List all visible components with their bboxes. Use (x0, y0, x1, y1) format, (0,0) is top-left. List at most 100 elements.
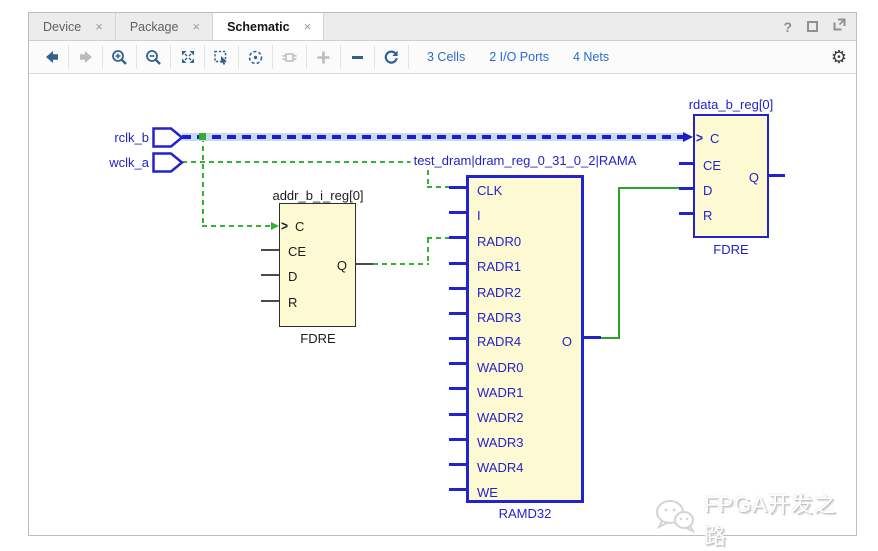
pin-label-i: I (477, 208, 481, 223)
close-icon[interactable]: × (304, 19, 312, 34)
pin-stub-ce[interactable] (261, 249, 279, 251)
pin-label-c: C (710, 131, 719, 146)
tab-device[interactable]: Device × (29, 13, 116, 40)
refresh-icon (383, 49, 400, 66)
port-label-wclk-a[interactable]: wclk_a (59, 155, 149, 170)
zoom-out-icon (145, 49, 162, 66)
net-wclk-segment[interactable] (427, 186, 451, 188)
add-icon (316, 50, 331, 65)
pin-stub-r[interactable] (261, 300, 279, 302)
tab-device-label: Device (43, 20, 81, 34)
pin-label-radr1: RADR1 (477, 259, 521, 274)
forward-button[interactable] (69, 45, 103, 69)
pin-label-r: R (288, 295, 297, 310)
forward-icon (78, 49, 94, 65)
clock-pin-marker: > (281, 218, 288, 234)
port-label-rclk-b[interactable]: rclk_b (59, 130, 149, 145)
float-window-icon[interactable] (833, 18, 846, 36)
net-addr-q-segment[interactable] (373, 263, 429, 265)
net-addr-q-segment[interactable] (427, 238, 429, 265)
cell-addr-b-i-reg[interactable]: > C CE D R Q (279, 203, 356, 327)
maximize-icon[interactable] (807, 21, 818, 32)
tab-package-label: Package (130, 20, 179, 34)
pin-label-ce: CE (703, 158, 721, 173)
net-label-ram-title: test_dram|dram_reg_0_31_0_2|RAMA (411, 153, 640, 168)
pin-label-radr2: RADR2 (477, 285, 521, 300)
net-junction-dot (199, 133, 206, 140)
net-wclk-segment[interactable] (182, 161, 429, 163)
schematic-window: Device × Package × Schematic × ? (28, 12, 857, 536)
close-icon[interactable]: × (192, 19, 200, 34)
watermark-text: FPGA开发之路 (704, 487, 856, 551)
schematic-canvas[interactable]: addr_b_i_reg[0] > C CE D R Q FDRE CLK I … (29, 75, 856, 535)
pin-stub-d[interactable] (679, 187, 693, 190)
autofit-selection-button[interactable] (239, 45, 273, 69)
refresh-button[interactable] (375, 45, 409, 69)
toolbar-links: 3 Cells 2 I/O Ports 4 Nets (427, 50, 609, 64)
pin-label-clk: CLK (477, 183, 502, 198)
pin-stub-wadr2[interactable] (449, 413, 466, 416)
pin-label-d: D (703, 183, 712, 198)
nets-link[interactable]: 4 Nets (573, 50, 609, 64)
zoom-out-button[interactable] (137, 45, 171, 69)
net-ram-o-segment[interactable] (618, 187, 679, 189)
zoom-selection-button[interactable] (205, 45, 239, 69)
autofit-selection-icon (247, 49, 264, 66)
wire-arrowhead (683, 132, 693, 142)
pin-stub-wadr4[interactable] (449, 463, 466, 466)
expand-cone-button[interactable] (273, 45, 307, 69)
tab-bar: Device × Package × Schematic × ? (29, 13, 856, 41)
pin-stub-wadr3[interactable] (449, 438, 466, 441)
add-button[interactable] (307, 45, 341, 69)
pin-stub-radr2[interactable] (449, 287, 466, 290)
pin-stub-ce[interactable] (679, 162, 693, 165)
net-wclk-branch[interactable] (202, 137, 204, 226)
pin-stub-i[interactable] (449, 211, 466, 214)
zoom-fit-button[interactable] (171, 45, 205, 69)
schematic-toolbar: 3 Cells 2 I/O Ports 4 Nets ⚙ (29, 41, 856, 74)
pin-stub-clk[interactable] (449, 186, 466, 189)
tab-package[interactable]: Package × (116, 13, 213, 40)
net-addr-q-segment[interactable] (427, 237, 451, 239)
cell-title-rdata: rdata_b_reg[0] (689, 97, 774, 112)
tab-schematic[interactable]: Schematic × (213, 13, 324, 40)
wire-arrowhead (271, 222, 279, 230)
zoom-fit-icon (180, 49, 196, 65)
pin-stub-radr4[interactable] (449, 337, 466, 340)
pin-stub-q[interactable] (356, 263, 373, 265)
back-icon (44, 49, 60, 65)
port-shape-wclk-a[interactable] (152, 152, 184, 178)
cell-ram[interactable]: CLK I RADR0 RADR1 RADR2 RADR3 RADR4 WADR… (466, 175, 584, 503)
pin-label-c: C (295, 219, 304, 234)
port-shape-rclk-b[interactable] (152, 127, 184, 153)
pin-stub-wadr1[interactable] (449, 387, 466, 390)
pin-label-wadr2: WADR2 (477, 410, 523, 425)
pin-stub-radr1[interactable] (449, 262, 466, 265)
back-button[interactable] (35, 45, 69, 69)
close-icon[interactable]: × (95, 19, 103, 34)
pin-stub-radr0[interactable] (449, 236, 466, 239)
help-icon[interactable]: ? (783, 19, 792, 35)
wechat-icon (654, 498, 696, 540)
pin-stub-radr3[interactable] (449, 312, 466, 315)
pin-label-q: Q (337, 258, 347, 273)
io-ports-link[interactable]: 2 I/O Ports (489, 50, 549, 64)
net-ram-o-segment[interactable] (618, 187, 620, 339)
pin-stub-o[interactable] (584, 336, 601, 339)
cell-rdata-b-reg[interactable]: > C CE D R Q (693, 114, 769, 238)
remove-button[interactable] (341, 45, 375, 69)
pin-label-wadr4: WADR4 (477, 460, 523, 475)
pin-stub-we[interactable] (449, 488, 466, 491)
pin-stub-q[interactable] (769, 174, 785, 177)
cell-type-rdata: FDRE (713, 242, 748, 257)
pin-stub-d[interactable] (261, 274, 279, 276)
net-wclk-branch[interactable] (202, 225, 270, 227)
pin-stub-r[interactable] (679, 212, 693, 215)
pin-label-r: R (703, 208, 712, 223)
pin-stub-wadr0[interactable] (449, 362, 466, 365)
pin-label-ce: CE (288, 244, 306, 259)
settings-gear-icon[interactable]: ⚙ (831, 48, 847, 66)
net-rclk[interactable] (182, 133, 685, 141)
zoom-in-button[interactable] (103, 45, 137, 69)
cells-link[interactable]: 3 Cells (427, 50, 465, 64)
